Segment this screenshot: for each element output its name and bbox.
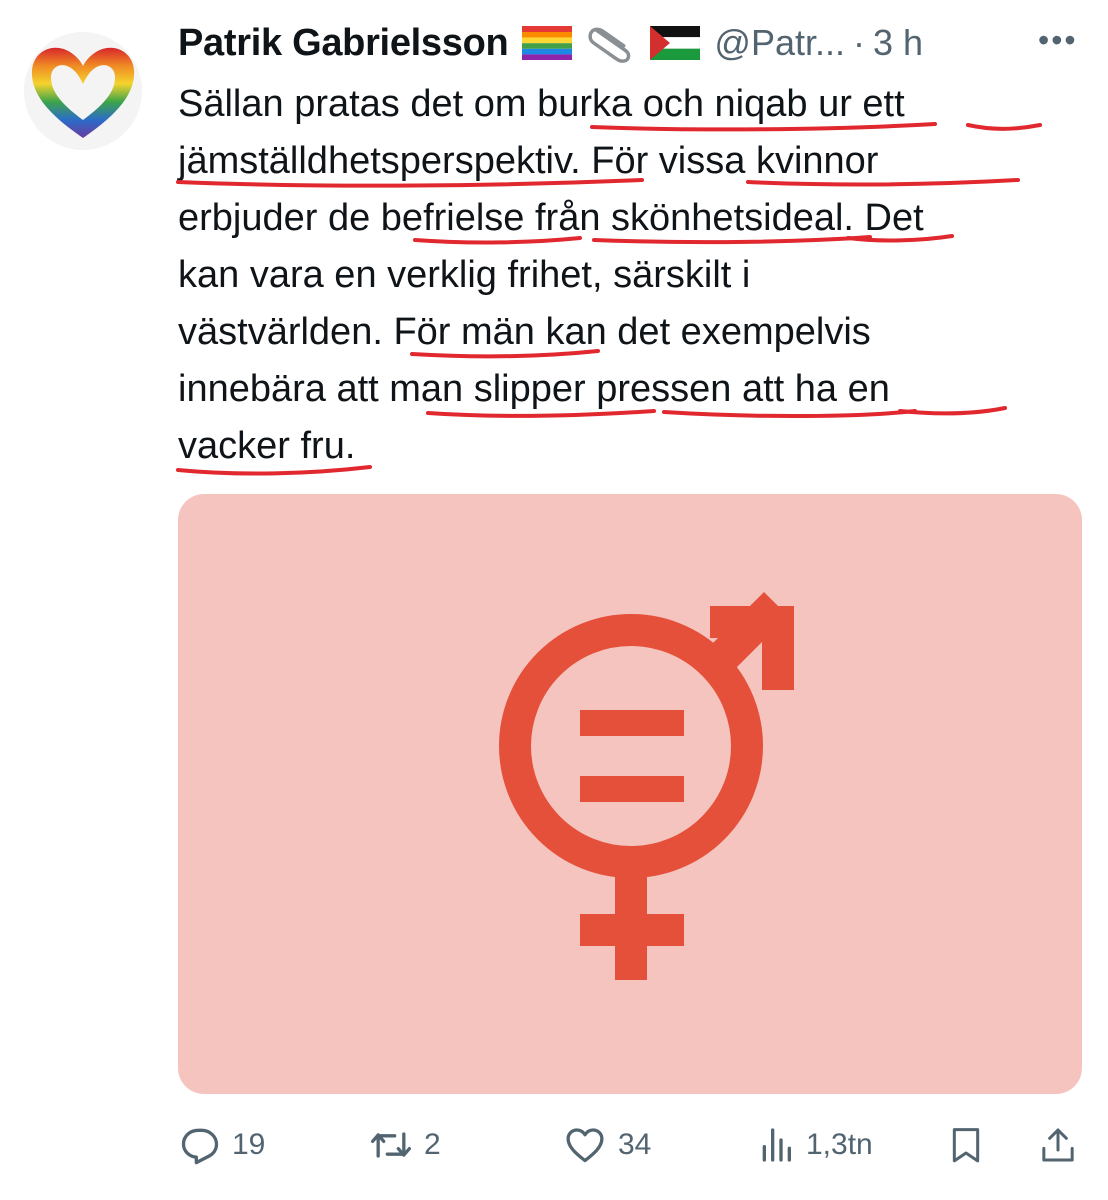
tweet-text-line: innebära att man slipper pressen att ha … [178, 368, 890, 410]
like-button[interactable]: 34 [562, 1118, 651, 1172]
views-icon [762, 1128, 791, 1162]
bookmark-icon [952, 1128, 980, 1163]
tweet-text-line: jämställdhetsperspektiv. För vissa kvinn… [178, 140, 879, 182]
rainbow-heart-hands-icon [24, 32, 142, 150]
tweet-media-image[interactable] [178, 494, 1082, 1094]
share-button[interactable] [1038, 1118, 1078, 1172]
tweet-header: Patrik Gabrielsson @Patr... · 3 h [178, 20, 923, 66]
timestamp[interactable]: 3 h [873, 22, 923, 64]
retweet-icon [371, 1132, 411, 1158]
reply-count: 19 [232, 1128, 266, 1161]
tweet-text-line: erbjuder de befrielse från skönhetsideal… [178, 197, 924, 239]
author-name[interactable]: Patrik Gabrielsson [178, 22, 509, 65]
tweet-text-line: vacker fru. [178, 425, 356, 467]
reply-icon [181, 1128, 219, 1165]
views-count: 1,3tn [806, 1128, 873, 1161]
tweet-text-line: västvärlden. För män kan det exempelvis [178, 311, 871, 353]
avatar[interactable] [24, 32, 142, 150]
more-options-button[interactable]: ••• [1038, 22, 1078, 59]
reply-button[interactable]: 19 [178, 1118, 265, 1172]
like-icon [566, 1128, 604, 1163]
rainbow-flag-icon [522, 26, 573, 60]
retweet-button[interactable]: 2 [368, 1118, 441, 1172]
like-count: 34 [618, 1128, 652, 1161]
tweet-action-bar: 19 2 34 1,3tn [178, 1118, 1078, 1172]
tweet-text: Sällan pratas det om burka och niqab ur … [178, 76, 1068, 475]
retweet-count: 2 [424, 1128, 441, 1161]
separator: · [853, 22, 865, 63]
gender-equality-symbol-icon [499, 591, 794, 980]
share-icon [1042, 1128, 1074, 1162]
palestine-flag-icon [650, 26, 701, 60]
bookmark-button[interactable] [946, 1118, 986, 1172]
author-handle[interactable]: @Patr... [714, 22, 845, 64]
paperclip-icon [586, 19, 636, 67]
views-button[interactable]: 1,3tn [756, 1118, 873, 1172]
tweet-text-line: kan vara en verklig frihet, särskilt i [178, 254, 751, 296]
tweet-text-line: Sällan pratas det om burka och niqab ur … [178, 83, 905, 125]
